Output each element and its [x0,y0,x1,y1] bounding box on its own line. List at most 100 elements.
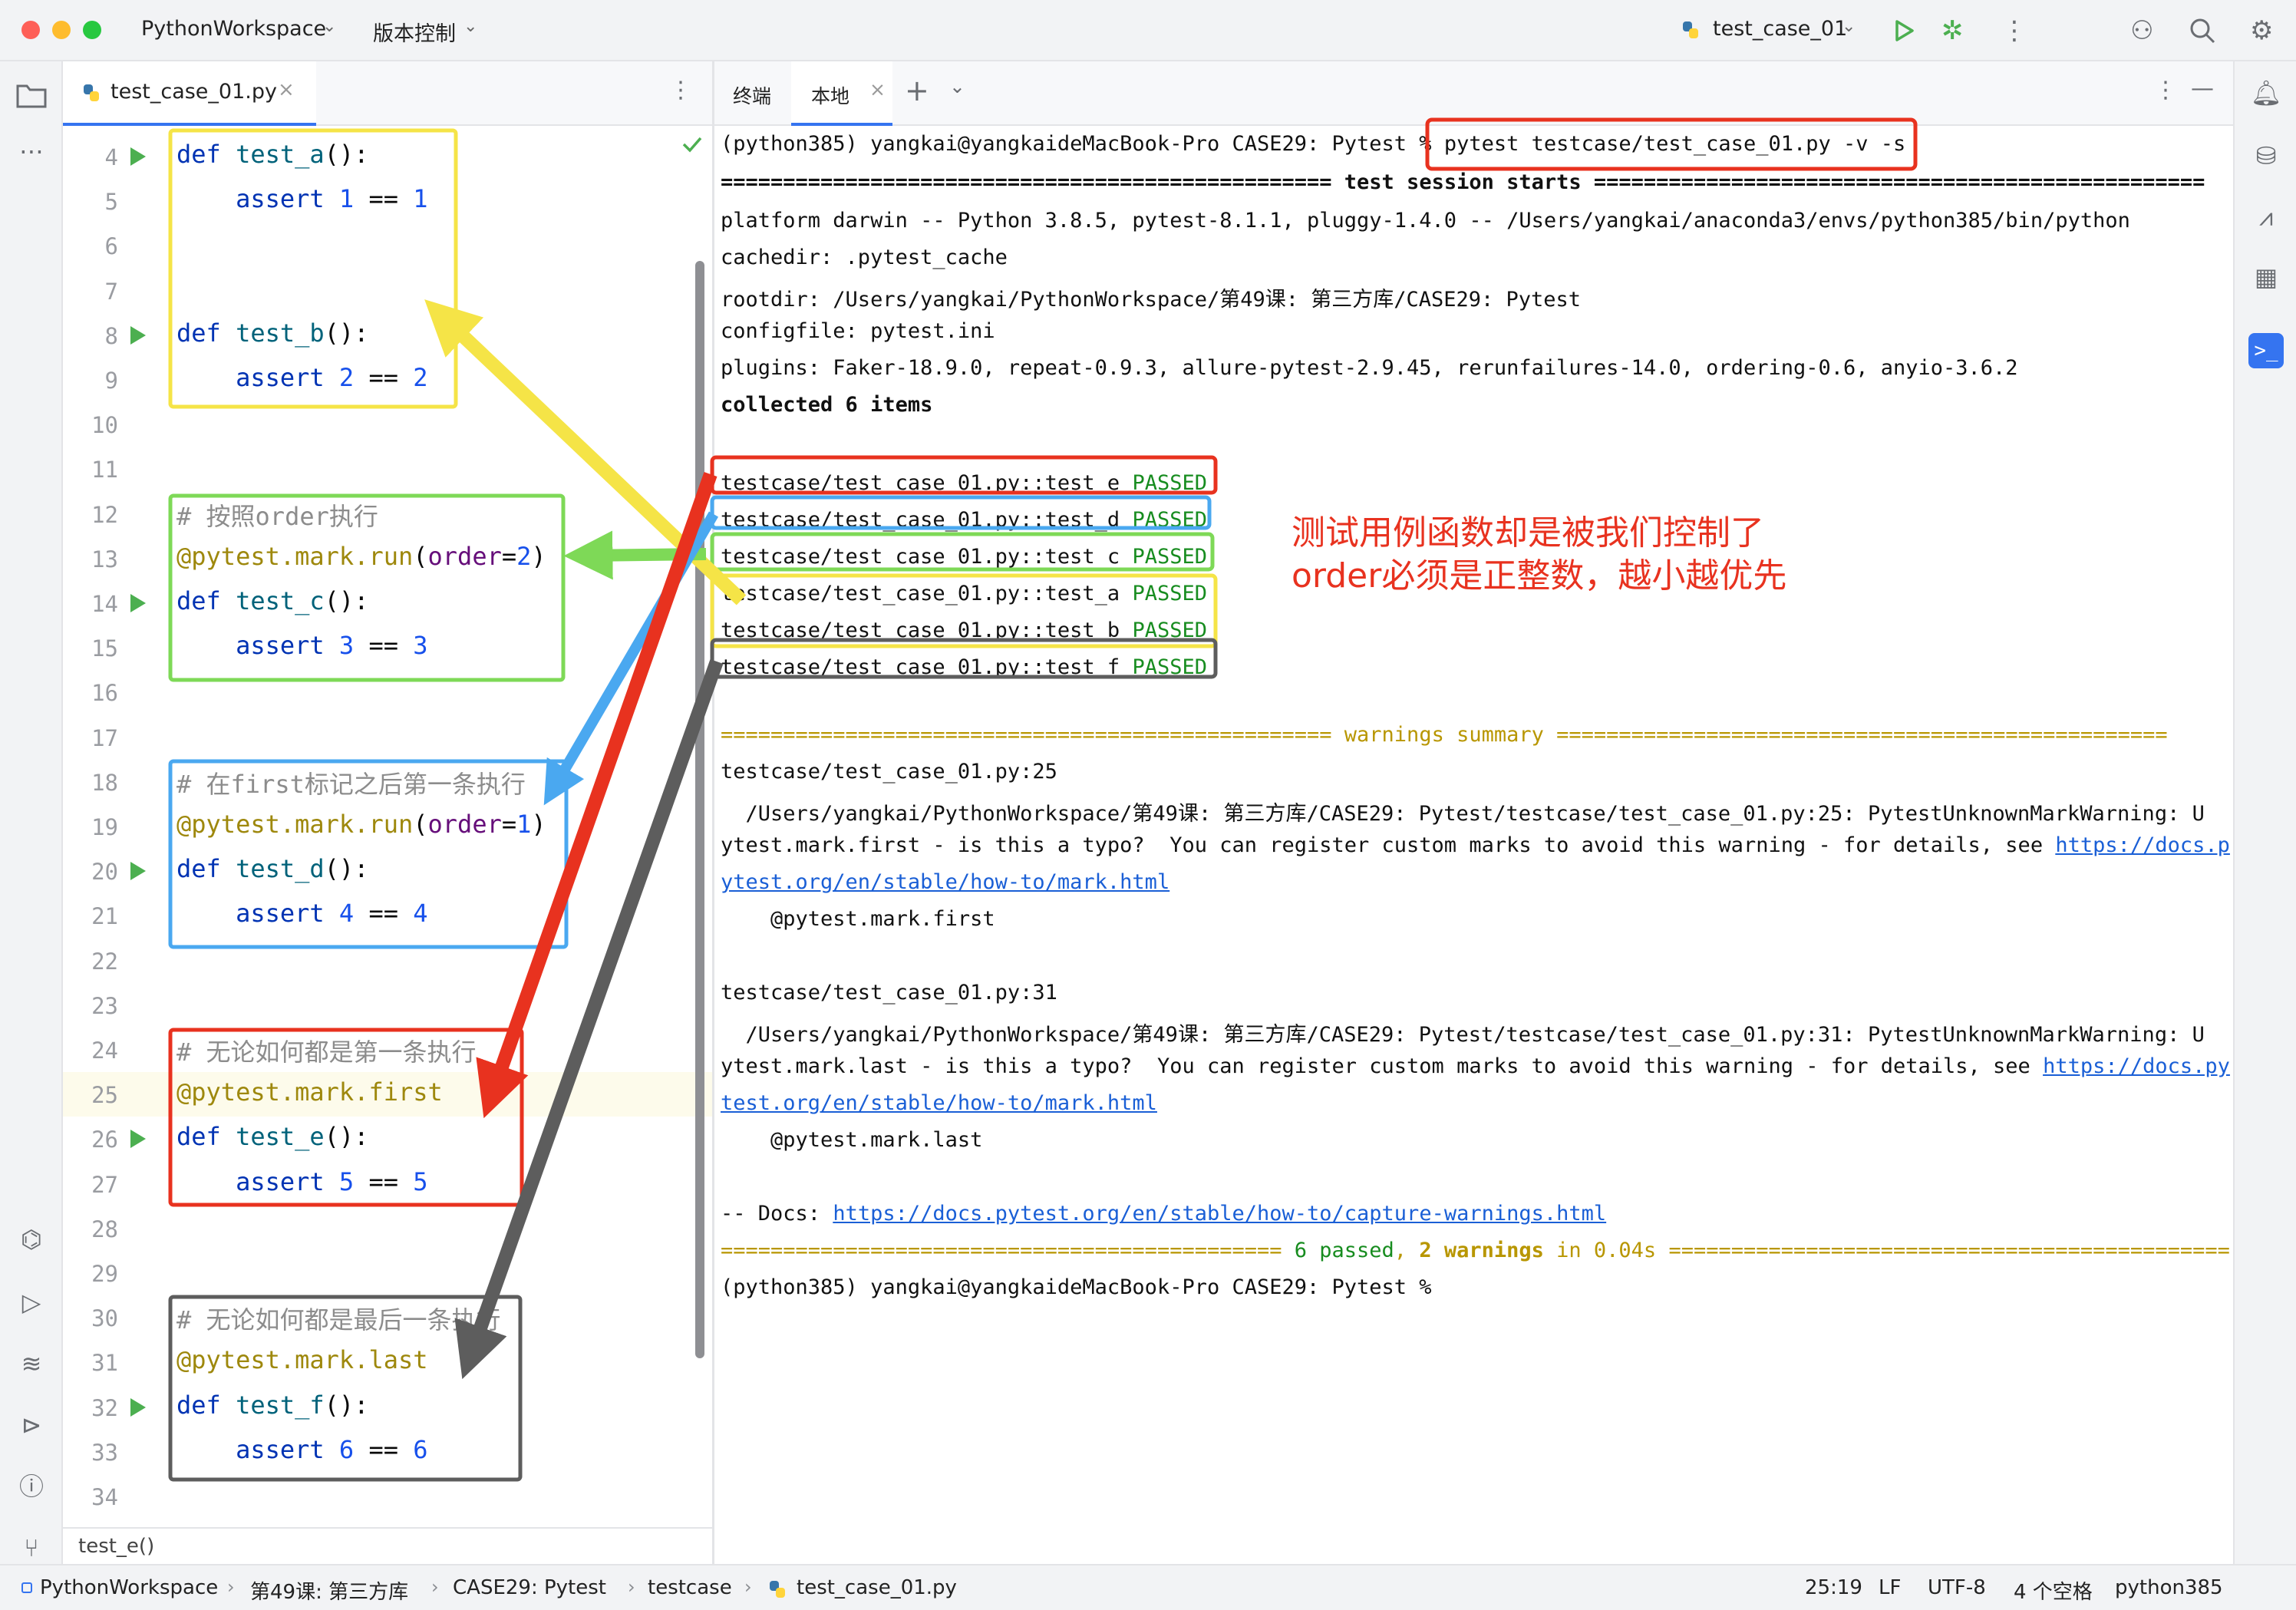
run-test-gutter-icon[interactable] [130,1130,146,1149]
indent-setting[interactable]: 4 个空格 [2014,1576,2093,1605]
code-line[interactable]: def test_d(): [176,854,368,883]
close-tab-icon[interactable]: × [278,78,295,101]
command-line[interactable]: (python385) yangkai@yangkaideMacBook-Pro… [721,132,1905,156]
run-test-gutter-icon[interactable] [130,594,146,612]
breadcrumb-item[interactable]: PythonWorkspace [40,1576,218,1599]
debug-icon[interactable]: ✲ [1941,15,1964,46]
editor-scrollbar[interactable] [695,261,704,1358]
code-line[interactable]: @pytest.mark.last [176,1345,428,1374]
terminal-tool-icon[interactable]: >_ [2248,333,2284,368]
run-test-gutter-icon[interactable] [130,862,146,881]
docs-link[interactable]: https://docs.py [2043,1054,2230,1078]
breadcrumb-item[interactable]: testcase [648,1576,732,1599]
editor-tab-test-case-01[interactable]: test_case_01.py × [63,61,316,126]
code-line[interactable]: def test_a(): [176,140,368,169]
final-prompt[interactable]: (python385) yangkai@yangkaideMacBook-Pro… [721,1275,1432,1299]
run-icon[interactable] [1892,18,1915,43]
line-number: 32 [91,1394,118,1421]
run-config-selector[interactable]: test_case_01 [1713,17,1847,41]
file-encoding[interactable]: UTF-8 [1928,1576,1986,1599]
problems-icon[interactable]: ⓘ [15,1470,48,1503]
run-test-gutter-icon[interactable] [130,1397,146,1417]
code-line[interactable]: assert 2 == 2 [176,363,428,392]
python-console-icon[interactable]: ⌬ [15,1223,48,1255]
code-token: 2 [413,363,428,392]
python-interpreter[interactable]: python385 [2115,1576,2223,1599]
run-tool-icon[interactable]: ▷ [15,1286,48,1318]
code-line[interactable]: # 在first标记之后第一条执行 [176,765,526,800]
code-line[interactable]: # 按照order执行 [176,497,378,533]
code-line[interactable]: def test_e(): [176,1122,368,1151]
code-token: (): [324,140,369,169]
line-separator[interactable]: LF [1879,1576,1901,1599]
line-number: 22 [91,948,118,975]
code-line[interactable]: assert 6 == 6 [176,1434,428,1464]
code-line[interactable]: @pytest.mark.run(order=1) [176,810,546,839]
analytics-icon[interactable]: ⩘ [2248,200,2284,235]
line-number: 4 [104,144,118,170]
docs-line: -- Docs: https://docs.pytest.org/en/stab… [721,1202,1607,1226]
project-selector[interactable]: PythonWorkspace [141,17,326,41]
project-folder-icon[interactable] [15,81,48,109]
code-token: order [427,541,502,571]
breadcrumb-item[interactable]: test_case_01.py [797,1576,957,1599]
minimize-panel-icon[interactable]: — [2191,75,2214,102]
test-result-line: testcase/test_case_01.py::test_d PASSED [721,508,1207,532]
code-token: 4 [413,899,428,929]
tab-options-icon[interactable]: ⋮ [669,77,692,104]
database-icon[interactable]: ⛁ [2248,138,2284,173]
layers-icon[interactable]: ≋ [15,1348,48,1380]
code-line[interactable]: assert 4 == 4 [176,899,428,929]
status-bar: PythonWorkspace › 第49课: 第三方库 › CASE29: P… [0,1564,2296,1610]
docs-link[interactable]: ytest.org/en/stable/how-to/mark.html [721,870,1169,894]
code-line[interactable]: def test_f(): [176,1391,368,1420]
code-token: test_d [236,854,325,884]
chevron-down-icon: ⌄ [1842,17,1856,36]
minimize-window-button[interactable] [52,21,71,39]
add-user-icon[interactable]: ⚇ [2130,15,2153,46]
terminal-options-icon[interactable]: ⋮ [2154,77,2177,104]
code-line[interactable]: def test_c(): [176,586,368,615]
close-tab-icon[interactable]: × [869,78,886,101]
test-result-line: testcase/test_case_01.py::test_b PASSED [721,619,1207,642]
code-line[interactable]: @pytest.mark.run(order=2) [176,542,546,571]
git-branch-icon[interactable]: ⑂ [15,1532,48,1564]
close-window-button[interactable] [21,21,40,39]
run-test-gutter-icon[interactable] [130,147,146,166]
settings-gear-icon[interactable]: ⚙ [2250,15,2273,46]
code-line[interactable]: assert 1 == 1 [176,184,427,213]
caret-position[interactable]: 25:19 [1805,1576,1862,1599]
code-line[interactable]: # 无论如何都是最后一条执行 [176,1301,501,1336]
terminal-title: 终端 [733,85,772,107]
code-line[interactable]: @pytest.mark.first [176,1077,443,1107]
tab-local[interactable]: 本地 × [791,61,892,126]
code-line[interactable]: def test_b(): [176,318,368,348]
code-line[interactable]: assert 3 == 3 [176,631,427,660]
more-icon[interactable]: ⋮ [2001,15,2027,46]
vcs-menu[interactable]: 版本控制 [373,17,456,47]
line-number: 13 [91,546,118,572]
chevron-down-icon[interactable]: ⌄ [949,75,965,97]
new-tab-icon[interactable]: + [905,74,929,107]
breadcrumb-item[interactable]: 第49课: 第三方库 [250,1576,408,1605]
run-test-gutter-icon[interactable] [130,325,146,345]
code-token: assert [176,1166,339,1196]
structure-icon[interactable]: ▦ [2248,259,2284,295]
editor-tab-bar: test_case_01.py × ⋮ [63,61,712,126]
code-line[interactable]: assert 5 == 5 [176,1166,427,1196]
docs-link[interactable]: test.org/en/stable/how-to/mark.html [721,1091,1157,1115]
code-token: @pytest.mark.run [176,541,414,571]
search-icon[interactable] [2189,17,2216,45]
code-token: 6 [413,1434,428,1464]
code-line[interactable]: # 无论如何都是第一条执行 [176,1033,477,1068]
capture-warnings-link[interactable]: https://docs.pytest.org/en/stable/how-to… [833,1202,1606,1226]
services-icon[interactable]: ⊳ [15,1409,48,1441]
more-tools-icon[interactable]: ⋯ [15,135,48,167]
docs-link[interactable]: https://docs.p [2055,833,2230,857]
code-token: 4 [338,899,355,929]
zoom-window-button[interactable] [83,21,101,39]
chevron-right-icon: › [227,1576,235,1598]
collected-line: collected 6 items [721,393,933,417]
notifications-icon[interactable]: 🔔︎ [2248,75,2284,111]
breadcrumb-item[interactable]: CASE29: Pytest [453,1576,606,1599]
